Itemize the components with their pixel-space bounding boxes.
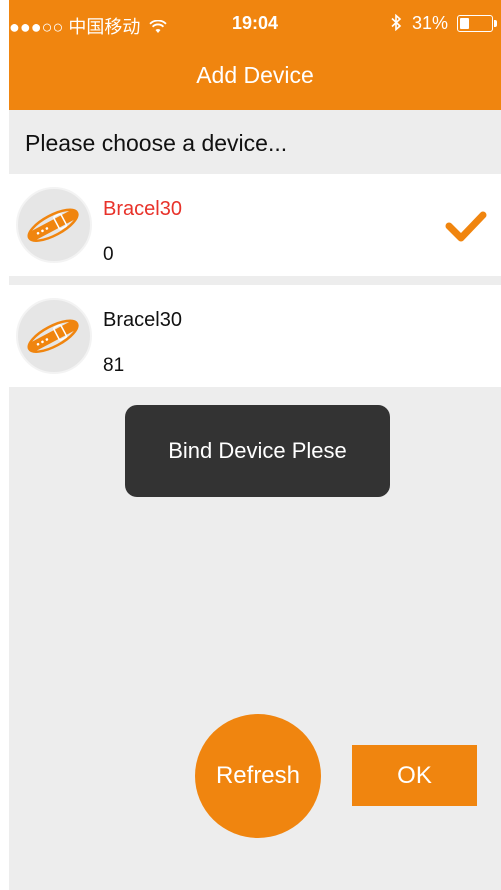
bracelet-icon xyxy=(16,298,92,374)
refresh-button[interactable]: Refresh xyxy=(195,714,321,838)
checkmark-icon xyxy=(445,210,487,244)
battery-icon xyxy=(457,15,497,32)
status-right-group: 31% xyxy=(390,13,497,34)
bracelet-icon xyxy=(16,187,92,263)
toast-message: Bind Device Plese xyxy=(125,405,390,497)
status-bar: ●●●○○ 中国移动 19:04 31% xyxy=(9,0,501,52)
battery-percent: 31% xyxy=(411,13,448,33)
app-screen: ●●●○○ 中国移动 19:04 31% Add Device Please c… xyxy=(9,0,501,890)
bluetooth-icon xyxy=(390,13,412,33)
device-signal-value: 0 xyxy=(103,244,114,265)
ok-button[interactable]: OK xyxy=(352,745,477,806)
battery-level-fill xyxy=(460,18,469,29)
device-list-item[interactable]: Bracel30 0 xyxy=(9,174,501,276)
app-header: ●●●○○ 中国移动 19:04 31% Add Device xyxy=(9,0,501,110)
device-name: Bracel30 xyxy=(103,198,182,220)
device-list-item[interactable]: Bracel30 81 xyxy=(9,285,501,387)
device-name: Bracel30 xyxy=(103,309,182,331)
page-title: Add Device xyxy=(196,62,314,88)
device-signal-value: 81 xyxy=(103,355,125,376)
choose-device-prompt: Please choose a device... xyxy=(25,130,288,156)
